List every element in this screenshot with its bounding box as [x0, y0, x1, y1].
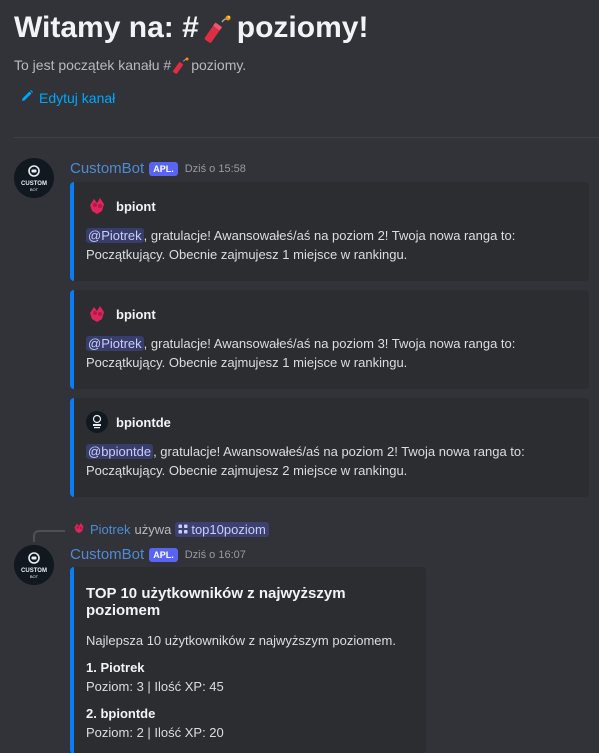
message-header: CustomBot APL. Dziś o 15:58 — [70, 160, 246, 177]
slash-command[interactable]: top10poziom — [175, 522, 269, 537]
avatar[interactable]: CUSTOM BOT — [14, 158, 54, 198]
level-up-embed: bpiont @Piotrek, gratulacje! Awansowałeś… — [70, 182, 589, 281]
user-mention[interactable]: @Piotrek — [86, 228, 144, 243]
avatar[interactable]: CUSTOM BOT — [14, 545, 54, 585]
embed-description: @bpiontde, gratulacje! Awansowałeś/aś na… — [86, 444, 525, 478]
app-badge: APL. — [149, 161, 178, 176]
embed-author: bpiontde — [86, 410, 573, 434]
welcome-title: Witamy na: # poziomy! — [14, 11, 369, 44]
user-avatar-icon — [72, 521, 86, 538]
timestamp[interactable]: Dziś o 16:07 — [185, 549, 246, 561]
reply-uses-label: używa — [134, 522, 172, 537]
leaderboard-entry-value: Poziom: 2 | Ilość XP: 20 — [86, 725, 224, 740]
slash-command-icon — [178, 522, 188, 537]
svg-text:BOT: BOT — [30, 574, 39, 579]
timestamp[interactable]: Dziś o 15:58 — [185, 163, 246, 175]
firecracker-icon — [172, 56, 190, 74]
leaderboard-entry-name: 1. Piotrek — [86, 660, 145, 675]
message-header: CustomBot APL. Dziś o 16:07 — [70, 546, 246, 563]
embed-author-name[interactable]: bpiont — [116, 199, 156, 214]
author-name[interactable]: CustomBot — [70, 546, 144, 563]
edit-channel-button[interactable]: Edytuj kanał — [20, 89, 115, 106]
firecracker-icon — [203, 13, 233, 43]
level-up-embed: bpiontde @bpiontde, gratulacje! Awansowa… — [70, 398, 589, 497]
command-reply-context[interactable]: Piotrek używa top10poziom — [72, 521, 269, 538]
leaderboard-embed: TOP 10 użytkowników z najwyższym poziome… — [70, 567, 426, 753]
embed-description: @Piotrek, gratulacje! Awansowałeś/aś na … — [86, 336, 516, 370]
embed-title: TOP 10 użytkowników z najwyższym poziome… — [86, 585, 346, 619]
pencil-icon — [20, 89, 34, 106]
welcome-subtitle: To jest początek kanału # poziomy. — [14, 56, 247, 74]
app-badge: APL. — [149, 547, 178, 562]
author-name[interactable]: CustomBot — [70, 160, 144, 177]
embed-author: bpiont — [86, 302, 573, 326]
svg-text:BOT: BOT — [30, 187, 39, 192]
divider — [14, 137, 599, 138]
leaderboard-entry-value: Poziom: 3 | Ilość XP: 45 — [86, 679, 224, 694]
channel-welcome: Witamy na: # poziomy! To jest początek k… — [14, 8, 584, 74]
user-avatar-icon — [86, 195, 108, 217]
user-mention[interactable]: @bpiontde — [86, 444, 154, 459]
reply-user-name[interactable]: Piotrek — [90, 522, 130, 537]
leaderboard-entry-name: 2. bpiontde — [86, 706, 156, 721]
user-mention[interactable]: @Piotrek — [86, 336, 144, 351]
embed-author-name[interactable]: bpiont — [116, 307, 156, 322]
embed-description: @Piotrek, gratulacje! Awansowałeś/aś na … — [86, 228, 516, 262]
level-up-embed: bpiont @Piotrek, gratulacje! Awansowałeś… — [70, 290, 589, 389]
embed-description: Najlepsza 10 użytkowników z najwyższym p… — [86, 633, 396, 648]
reply-connector — [33, 530, 65, 542]
embed-author-name[interactable]: bpiontde — [116, 415, 171, 430]
embed-author: bpiont — [86, 194, 573, 218]
user-avatar-icon — [86, 411, 108, 433]
user-avatar-icon — [86, 303, 108, 325]
